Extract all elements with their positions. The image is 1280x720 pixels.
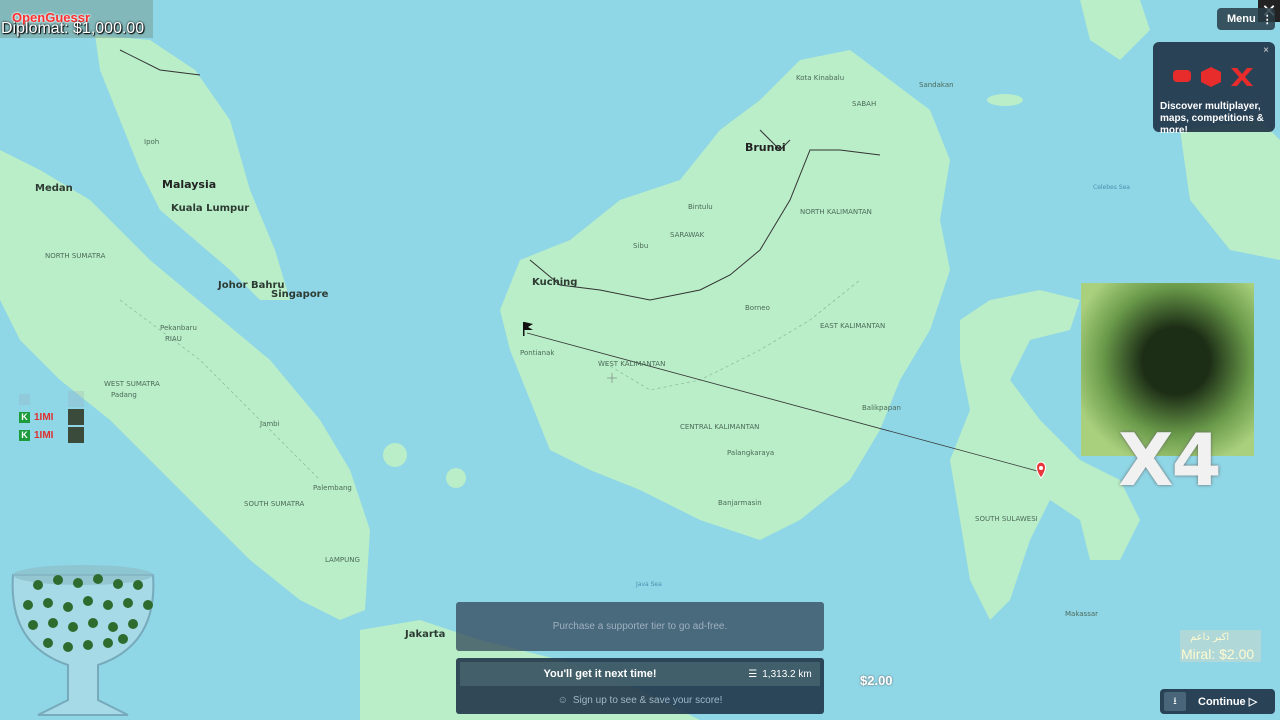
map-label-riau: RIAU — [165, 335, 182, 343]
map-label-borneo: Borneo — [745, 304, 770, 312]
player-name: 1IMI — [34, 429, 54, 441]
result-message: You'll get it next time! — [460, 662, 740, 686]
map-label-brunei: Brunei — [745, 141, 786, 154]
continue-button[interactable]: Continue ▷ — [1198, 695, 1257, 708]
signup-link[interactable]: ☺ Sign up to see & save your score! — [460, 689, 820, 711]
map-label-malaysia: Malaysia — [162, 178, 217, 191]
map-label-pekanbaru: Pekanbaru — [160, 324, 197, 332]
play-icon: ▷ — [1248, 696, 1258, 708]
download-icon: ⭳ — [1173, 696, 1177, 707]
map-label-kuching: Kuching — [532, 277, 578, 288]
map-label-west-sumatra: WEST SUMATRA — [104, 380, 160, 388]
cross-icon — [1231, 68, 1253, 86]
player-name: 1IMI — [34, 411, 54, 423]
continue-panel: ⭳ Continue ▷ — [1160, 689, 1275, 714]
ruler-icon: ☰ — [748, 668, 758, 680]
distance-value: 1,313.2 km — [762, 668, 812, 680]
promo-close-icon[interactable]: × — [1263, 45, 1269, 56]
map-label-makassar: Makassar — [1065, 610, 1099, 618]
player-row[interactable]: K 1IMI — [19, 408, 84, 426]
signup-label: Sign up to see & save your score! — [572, 694, 723, 706]
top-donor-label: اكبر داعم — [1190, 632, 1230, 643]
map-label-sabah: SABAH — [852, 100, 877, 108]
ad-banner[interactable]: Purchase a supporter tier to go ad-free. — [456, 602, 824, 651]
kick-badge-icon: K — [19, 411, 30, 423]
map-label-ipoh: Ipoh — [144, 138, 160, 146]
clover-glass-icon — [11, 565, 155, 716]
map-label-north-sumatra: NORTH SUMATRA — [45, 252, 106, 260]
player-list: K 1IMI K 1IMI — [19, 390, 84, 444]
map-label-palangkaraya: Palangkaraya — [727, 449, 775, 457]
map-label-jambi: Jambi — [260, 420, 280, 428]
download-button[interactable]: ⭳ — [1164, 692, 1186, 711]
map-label-medan: Medan — [35, 183, 73, 194]
multiplier-text: X4 — [1118, 418, 1222, 502]
map-label-celebes-sea: Celebes Sea — [1093, 184, 1130, 191]
distance-display: ☰ 1,313.2 km — [740, 662, 820, 686]
avatar — [68, 409, 84, 425]
avatar — [68, 427, 84, 443]
map-label-kuala-lumpur: Kuala Lumpur — [171, 203, 250, 214]
promo-text: Discover multiplayer, maps, competitions… — [1160, 101, 1264, 136]
map-label-johor: Johor Bahru — [218, 280, 285, 291]
user-icon: ☺ — [557, 694, 568, 706]
map-label-padang: Padang — [111, 391, 137, 399]
map-label-south-sulawesi: SOUTH SULAWESI — [975, 515, 1038, 523]
cube-icon — [1173, 70, 1191, 82]
kick-badge-icon: K — [19, 429, 30, 441]
player-row-faded — [19, 390, 84, 408]
menu-label: Menu — [1227, 13, 1256, 25]
menu-button[interactable]: Menu ⋮ — [1217, 8, 1275, 30]
menu-dots-icon: ⋮ — [1261, 13, 1273, 26]
map-label-lampung: LAMPUNG — [325, 556, 360, 564]
map-label-south-sumatra: SOUTH SUMATRA — [244, 500, 305, 508]
map-label-east-kalimantan: EAST KALIMANTAN — [820, 322, 886, 330]
map-label-jakarta: Jakarta — [405, 629, 446, 640]
map-label-central-kalimantan: CENTRAL KALIMANTAN — [680, 423, 760, 431]
top-donor-value: Miral: $2.00 — [1181, 646, 1255, 662]
map-label-north-kalimantan: NORTH KALIMANTAN — [800, 208, 872, 216]
map-label-sarawak: SARAWAK — [670, 231, 705, 239]
promo-card[interactable]: × Discover multiplayer, maps, competitio… — [1153, 42, 1275, 136]
map-label-palembang: Palembang — [313, 484, 352, 492]
map-label-banjarmasin: Banjarmasin — [718, 499, 762, 507]
result-panel: You'll get it next time! ☰ 1,313.2 km ☺ … — [456, 658, 824, 714]
map-label-kota-kinabalu: Kota Kinabalu — [796, 74, 845, 82]
map-label-west-kalimantan: WEST KALIMANTAN — [598, 360, 666, 368]
player-row[interactable]: K 1IMI — [19, 426, 84, 444]
map-label-balikpapan: Balikpapan — [862, 404, 901, 412]
top-donor-box: اكبر داعم Miral: $2.00 — [1180, 630, 1261, 662]
map-label-bintulu: Bintulu — [688, 203, 713, 211]
map-label-sandakan: Sandakan — [919, 81, 954, 89]
map-label-sibu: Sibu — [633, 242, 649, 250]
map-label-java-sea: Java Sea — [636, 581, 662, 588]
map-label-pontianak: Pontianak — [520, 349, 555, 357]
promo-icons — [1173, 67, 1253, 87]
diplomat-donation-text: Diplomat: $1,000.00 — [1, 20, 145, 37]
continue-label: Continue — [1198, 696, 1246, 708]
cube-icon — [1201, 67, 1221, 87]
donation-amount: $2.00 — [860, 673, 893, 688]
